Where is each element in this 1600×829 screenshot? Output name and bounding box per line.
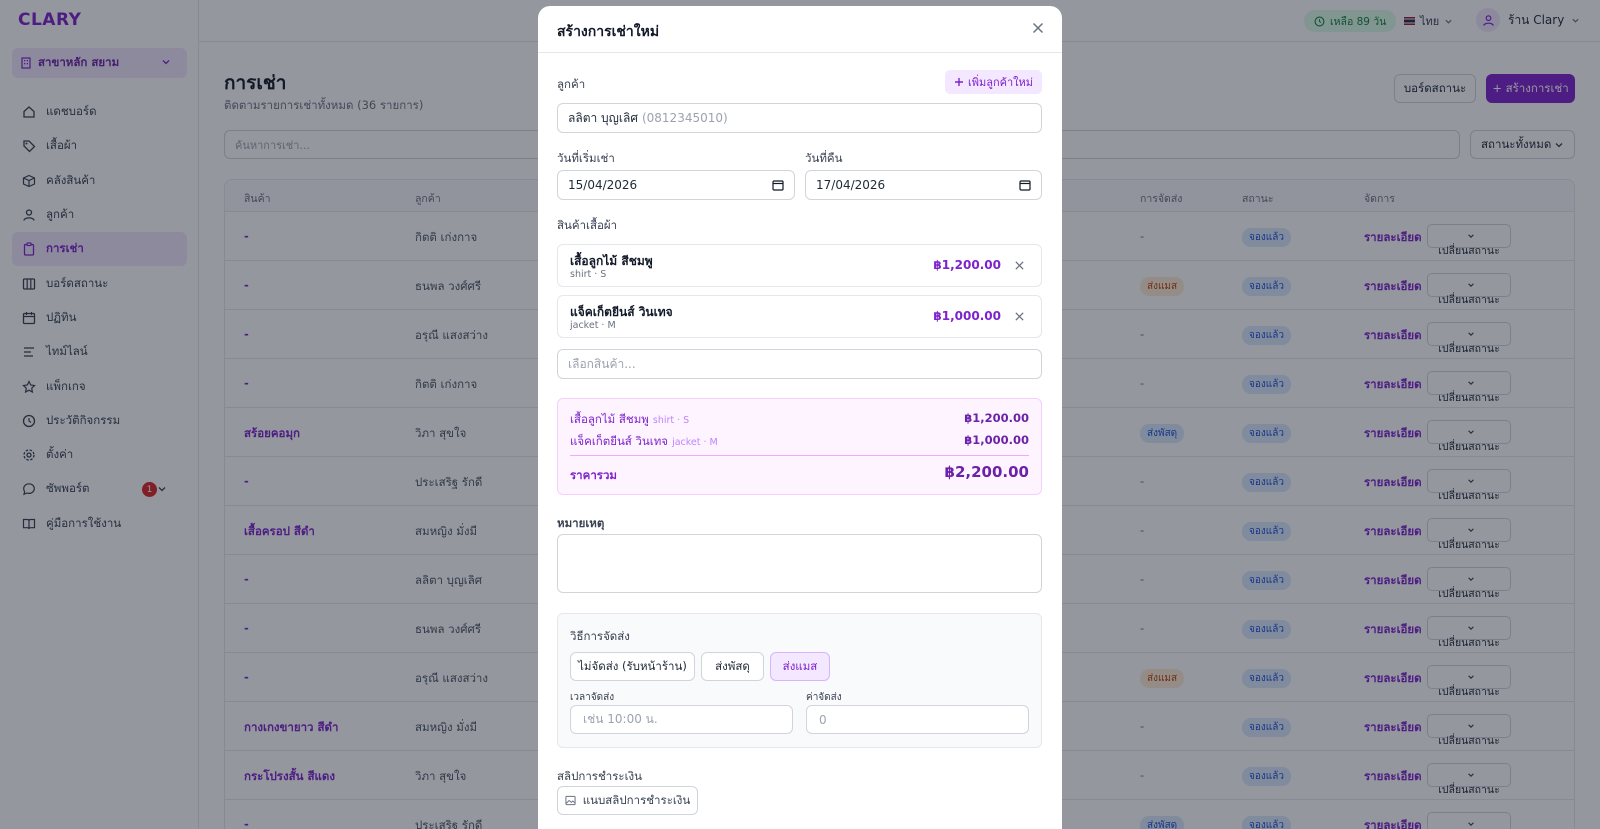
selected-item-card: แจ็คเก็ตยีนส์ วินเทจ jacket · M ฿1,000.0… xyxy=(557,295,1042,338)
price-summary: เสื้อลูกไม้ สีชมพู shirt · S ฿1,200.00 แจ… xyxy=(557,398,1042,495)
items-label: สินค้าเสื้อผ้า xyxy=(557,218,618,232)
summary-item-name: เสื้อลูกไม้ สีชมพู xyxy=(570,412,649,426)
note-label: หมายเหตุ xyxy=(557,516,605,530)
return-date-label: วันที่คืน xyxy=(805,151,843,165)
slip-label: สลิปการชำระเงิน xyxy=(557,769,642,783)
customer-label: ลูกค้า xyxy=(557,77,586,91)
calendar-icon[interactable] xyxy=(1019,179,1031,191)
summary-item-price: ฿1,200.00 xyxy=(964,411,1029,425)
note-textarea[interactable] xyxy=(557,534,1042,593)
start-date-label: วันที่เริ่มเช่า xyxy=(557,151,615,165)
add-customer-button[interactable]: เพิ่มลูกค้าใหม่ xyxy=(945,70,1042,94)
summary-item-meta: jacket · M xyxy=(672,437,718,448)
modal-header: สร้างการเช่าใหม่ xyxy=(538,6,1062,53)
attach-slip-button[interactable]: แนบสลิปการชำระเงิน xyxy=(557,786,698,815)
summary-item-price: ฿1,000.00 xyxy=(964,433,1029,447)
ship-time-label: เวลาจัดส่ง xyxy=(570,692,615,703)
summary-line: แจ็คเก็ตยีนส์ วินเทจ jacket · M xyxy=(570,433,718,451)
customer-name: ลลิตา บุญเลิศ xyxy=(568,110,638,125)
summary-divider xyxy=(570,455,1029,456)
summary-line: เสื้อลูกไม้ สีชมพู shirt · S xyxy=(570,411,689,429)
remove-item-icon[interactable] xyxy=(1014,311,1025,322)
product-select-input[interactable]: เลือกสินค้า... xyxy=(557,349,1042,379)
total-label: ราคารวม xyxy=(570,468,617,482)
start-date-input[interactable]: 15/04/2026 xyxy=(557,170,795,200)
summary-item-name: แจ็คเก็ตยีนส์ วินเทจ xyxy=(570,434,669,448)
shipping-title: วิธีการจัดส่ง xyxy=(570,629,630,643)
item-meta: shirt · S xyxy=(570,269,607,280)
total-value: ฿2,200.00 xyxy=(944,463,1029,481)
plus-icon xyxy=(954,78,963,86)
image-icon xyxy=(565,795,576,806)
close-icon[interactable] xyxy=(1031,21,1045,35)
item-price: ฿1,000.00 xyxy=(933,309,1001,323)
start-date-value: 15/04/2026 xyxy=(568,178,638,192)
app-shell: CLARY สาขาหลัก สยาม แดชบอร์ด เสื้อผ้า คล… xyxy=(0,0,1600,829)
product-select-placeholder: เลือกสินค้า... xyxy=(568,356,636,371)
selected-item-card: เสื้อลูกไม้ สีชมพู shirt · S ฿1,200.00 xyxy=(557,244,1042,287)
shipping-section: วิธีการจัดส่ง ไม่จัดส่ง (รับหน้าร้าน) ส่… xyxy=(557,613,1042,748)
add-customer-label: เพิ่มลูกค้าใหม่ xyxy=(967,76,1034,89)
shipping-option-parcel[interactable]: ส่งพัสดุ xyxy=(701,652,764,681)
ship-cost-input[interactable]: 0 xyxy=(806,705,1029,734)
create-rental-modal: สร้างการเช่าใหม่ ลูกค้า เพิ่มลูกค้าใหม่ … xyxy=(538,6,1062,829)
ship-time-input[interactable]: เช่น 10:00 น. xyxy=(570,705,793,734)
summary-item-meta: shirt · S xyxy=(652,415,690,426)
item-meta: jacket · M xyxy=(570,320,616,331)
shipping-option-pickup[interactable]: ไม่จัดส่ง (รับหน้าร้าน) xyxy=(570,652,695,681)
ship-cost-label: ค่าจัดส่ง xyxy=(806,692,842,703)
calendar-icon[interactable] xyxy=(772,179,784,191)
return-date-value: 17/04/2026 xyxy=(816,178,886,192)
remove-item-icon[interactable] xyxy=(1014,260,1025,271)
shipping-option-messenger[interactable]: ส่งแมส xyxy=(770,652,830,681)
item-price: ฿1,200.00 xyxy=(933,258,1001,272)
return-date-input[interactable]: 17/04/2026 xyxy=(805,170,1042,200)
customer-select[interactable]: ลลิตา บุญเลิศ (0812345010) xyxy=(557,103,1042,133)
modal-title: สร้างการเช่าใหม่ xyxy=(557,24,660,40)
attach-slip-label: แนบสลิปการชำระเงิน xyxy=(582,792,691,807)
customer-phone: (0812345010) xyxy=(641,111,728,125)
